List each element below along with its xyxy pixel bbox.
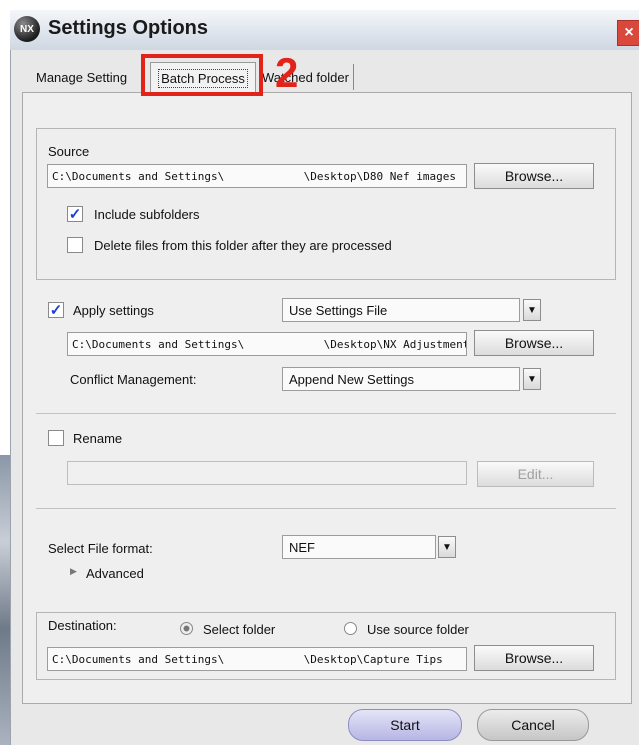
callout-number: 2 — [275, 49, 299, 96]
divider — [36, 508, 616, 509]
source-group — [36, 128, 616, 280]
start-button[interactable]: Start — [348, 709, 462, 741]
advanced-toggle[interactable]: Advanced — [86, 566, 144, 581]
settings-file-path-field[interactable]: C:\Documents and Settings\ \Desktop\NX A… — [67, 332, 467, 356]
apply-mode-dropdown-icon[interactable]: ▼ — [523, 299, 541, 321]
app-icon-text: NX — [20, 23, 34, 35]
rename-label: Rename — [73, 431, 123, 446]
conflict-management-select[interactable]: Append New Settings — [282, 367, 520, 391]
rename-edit-button[interactable]: Edit... — [477, 461, 594, 487]
select-folder-radio[interactable] — [180, 622, 193, 635]
conflict-management-label: Conflict Management: — [70, 372, 197, 387]
apply-settings-checkbox[interactable]: ✓ — [48, 302, 64, 319]
file-format-select[interactable]: NEF — [282, 535, 436, 559]
settings-browse-button[interactable]: Browse... — [474, 330, 594, 356]
close-icon: × — [624, 24, 634, 41]
apply-settings-label: Apply settings — [73, 303, 154, 318]
destination-path-field[interactable]: C:\Documents and Settings\ \Desktop\Capt… — [47, 647, 467, 671]
conflict-dropdown-icon[interactable]: ▼ — [523, 368, 541, 390]
include-subfolders-checkbox[interactable]: ✓ — [67, 206, 83, 223]
destination-label: Destination: — [48, 618, 117, 633]
chevron-down-icon: ▼ — [442, 541, 452, 553]
rename-checkbox[interactable] — [48, 430, 64, 446]
highlight-box — [141, 54, 263, 96]
chevron-down-icon: ▼ — [527, 373, 537, 385]
source-browse-button[interactable]: Browse... — [474, 163, 594, 189]
source-heading: Source — [48, 144, 90, 159]
tab-manage-settings[interactable]: Manage Setting — [36, 64, 127, 90]
file-format-label: Select File format: — [48, 541, 153, 556]
cancel-button[interactable]: Cancel — [477, 709, 589, 741]
apply-mode-select[interactable]: Use Settings File — [282, 298, 520, 322]
nx-app-icon: NX — [14, 16, 40, 42]
check-icon: ✓ — [68, 206, 82, 223]
chevron-down-icon: ▼ — [527, 304, 537, 316]
use-source-folder-label: Use source folder — [367, 622, 469, 637]
advanced-expand-icon[interactable]: ▶ — [70, 566, 77, 577]
divider — [36, 413, 616, 414]
window-title: Settings Options — [48, 17, 208, 39]
delete-files-label: Delete files from this folder after they… — [94, 238, 392, 253]
close-button[interactable]: × — [617, 20, 639, 46]
select-folder-label: Select folder — [203, 622, 276, 637]
rename-field[interactable] — [67, 461, 467, 485]
include-subfolders-label: Include subfolders — [94, 207, 200, 222]
delete-files-checkbox[interactable] — [67, 237, 83, 253]
file-format-dropdown-icon[interactable]: ▼ — [438, 536, 456, 558]
check-icon: ✓ — [49, 302, 63, 319]
source-path-field[interactable]: C:\Documents and Settings\ \Desktop\D80 … — [47, 164, 467, 188]
tab-label: Manage Setting — [36, 69, 128, 85]
destination-browse-button[interactable]: Browse... — [474, 645, 594, 671]
use-source-folder-radio[interactable] — [344, 622, 357, 635]
